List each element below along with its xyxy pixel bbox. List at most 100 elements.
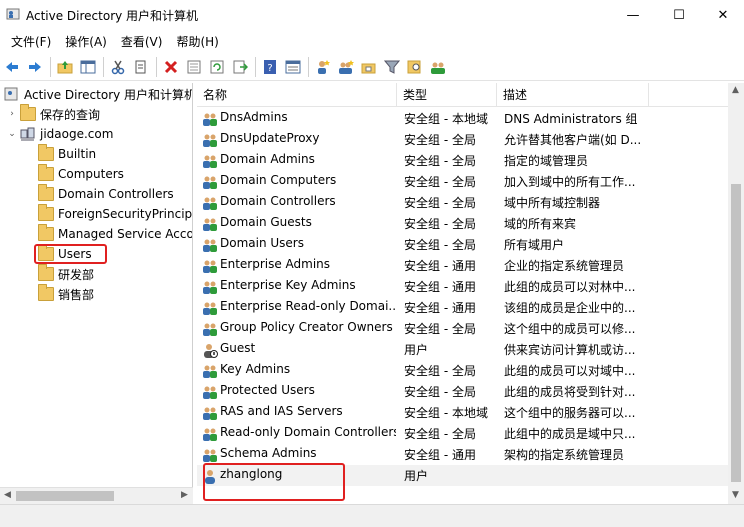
folder-icon: [38, 144, 54, 161]
refresh-icon[interactable]: [206, 56, 228, 78]
tree-item-sales-dept[interactable]: 销售部: [38, 284, 94, 304]
cell-type: 安全组 - 全局: [404, 238, 476, 252]
scroll-thumb[interactable]: [731, 184, 741, 482]
cell-type: 用户: [404, 469, 429, 483]
tree-item-saved-queries[interactable]: › 保存的查询: [6, 104, 100, 124]
cell-desc: 这个组中的成员可以修...: [504, 322, 636, 336]
tree-item-root[interactable]: Active Directory 用户和计算机: [4, 84, 192, 104]
maximize-button[interactable]: ☐: [656, 0, 702, 30]
menu-view[interactable]: 查看(V): [114, 32, 170, 52]
collapse-icon[interactable]: ⌄: [6, 129, 18, 139]
new-group-icon[interactable]: [335, 56, 357, 78]
tree-item-rd-dept[interactable]: 研发部: [38, 264, 94, 284]
group-icon: [203, 260, 217, 273]
properties-icon[interactable]: [183, 56, 205, 78]
expand-icon[interactable]: ›: [6, 109, 18, 119]
delete-icon[interactable]: [160, 56, 182, 78]
forward-arrow-icon[interactable]: [24, 56, 46, 78]
tree-label: 研发部: [58, 267, 95, 282]
toolbar-separator: [156, 56, 157, 77]
add-member-icon[interactable]: [427, 56, 449, 78]
menu-action[interactable]: 操作(A): [58, 32, 114, 52]
details-icon[interactable]: [282, 56, 304, 78]
table-row[interactable]: Domain Controllers 安全组 - 全局 域中所有域控制器: [197, 192, 728, 213]
tree-item-managed-service-accounts[interactable]: Managed Service Accounts: [38, 224, 192, 244]
up-folder-icon[interactable]: [54, 56, 76, 78]
table-row[interactable]: DnsAdmins 安全组 - 本地域 DNS Administrators 组: [197, 108, 728, 129]
folder-icon: [38, 224, 54, 241]
copy-icon[interactable]: [130, 56, 152, 78]
table-row[interactable]: Enterprise Admins 安全组 - 通用 企业的指定系统管理员: [197, 255, 728, 276]
cell-desc: 此组的成员将受到针对...: [504, 385, 636, 399]
menu-help[interactable]: 帮助(H): [169, 32, 225, 52]
table-row[interactable]: Schema Admins 安全组 - 通用 架构的指定系统管理员: [197, 444, 728, 465]
console-tree-icon[interactable]: [77, 56, 99, 78]
cell-type: 安全组 - 全局: [404, 385, 476, 399]
table-row[interactable]: Enterprise Key Admins 安全组 - 通用 此组的成员可以对林中.…: [197, 276, 728, 297]
table-row[interactable]: Domain Admins 安全组 - 全局 指定的域管理员: [197, 150, 728, 171]
scroll-right-icon[interactable]: ▶: [181, 490, 188, 500]
table-row[interactable]: DnsUpdateProxy 安全组 - 全局 允许替其他客户端(如 D...: [197, 129, 728, 150]
column-header-type[interactable]: 类型: [397, 83, 497, 107]
cell-name: Group Policy Creator Owners: [220, 320, 393, 334]
group-icon: [203, 281, 217, 294]
tree-label: 保存的查询: [40, 107, 101, 122]
table-row[interactable]: Domain Computers 安全组 - 全局 加入到域中的所有工作...: [197, 171, 728, 192]
group-icon: [203, 407, 217, 420]
back-arrow-icon[interactable]: [1, 56, 23, 78]
cell-name: Key Admins: [220, 362, 291, 376]
tree-item-foreign-security-principals[interactable]: ForeignSecurityPrincipals: [38, 204, 192, 224]
group-icon: [203, 449, 217, 462]
table-row[interactable]: RAS and IAS Servers 安全组 - 本地域 这个组中的服务器可以..…: [197, 402, 728, 423]
cell-name: Enterprise Admins: [220, 257, 331, 271]
table-row[interactable]: Read-only Domain Controllers 安全组 - 全局 此组中的…: [197, 423, 728, 444]
tree-item-domain-controllers[interactable]: Domain Controllers: [38, 184, 174, 204]
cut-icon[interactable]: [107, 56, 129, 78]
cell-desc: 企业的指定系统管理员: [504, 259, 625, 273]
list-vertical-scrollbar[interactable]: ▲ ▼: [728, 83, 744, 504]
tree-label: Computers: [58, 167, 124, 181]
column-header-desc[interactable]: 描述: [497, 83, 649, 107]
scroll-down-icon[interactable]: ▼: [732, 490, 739, 500]
cell-type: 安全组 - 本地域: [404, 112, 488, 126]
scroll-thumb[interactable]: [16, 491, 114, 501]
new-user-icon[interactable]: [312, 56, 334, 78]
new-ou-icon[interactable]: [358, 56, 380, 78]
table-row[interactable]: Protected Users 安全组 - 全局 此组的成员将受到针对...: [197, 381, 728, 402]
cell-name: Enterprise Read-only Domai...: [220, 299, 396, 313]
scroll-up-icon[interactable]: ▲: [732, 85, 739, 95]
folder-icon: [20, 104, 36, 121]
domain-icon: [20, 127, 35, 141]
find-icon[interactable]: [404, 56, 426, 78]
cell-type: 用户: [404, 343, 429, 357]
users-highlight-box: [34, 244, 107, 264]
table-row[interactable]: Enterprise Read-only Domai... 安全组 - 通用 该组的…: [197, 297, 728, 318]
tree-horizontal-scrollbar[interactable]: ◀ ▶: [0, 487, 193, 504]
tree-item-builtin[interactable]: Builtin: [38, 144, 96, 164]
table-row[interactable]: Domain Guests 安全组 - 全局 域的所有来宾: [197, 213, 728, 234]
close-button[interactable]: ✕: [700, 0, 744, 30]
filter-icon[interactable]: [381, 56, 403, 78]
tree-label: 销售部: [58, 287, 95, 302]
console-tree: Active Directory 用户和计算机 › 保存的查询 ⌄ jidaog…: [0, 83, 193, 487]
cell-type: 安全组 - 通用: [404, 259, 476, 273]
tree-item-computers[interactable]: Computers: [38, 164, 124, 184]
toolbar-separator: [255, 56, 256, 77]
table-row[interactable]: Key Admins 安全组 - 全局 此组的成员可以对域中...: [197, 360, 728, 381]
zhanglong-highlight-box: [203, 463, 345, 501]
cell-desc: 该组的成员是企业中的...: [504, 301, 636, 315]
table-row[interactable]: Group Policy Creator Owners 安全组 - 全局 这个组中的…: [197, 318, 728, 339]
table-row[interactable]: Domain Users 安全组 - 全局 所有域用户: [197, 234, 728, 255]
export-icon[interactable]: [229, 56, 251, 78]
scroll-left-icon[interactable]: ◀: [4, 490, 11, 500]
menu-file[interactable]: 文件(F): [4, 32, 58, 52]
column-header-name[interactable]: 名称: [197, 83, 397, 107]
minimize-button[interactable]: —: [610, 0, 656, 30]
cell-name: Guest: [220, 341, 256, 355]
tree-label: jidaoge.com: [40, 127, 114, 141]
help-icon[interactable]: ?: [259, 56, 281, 78]
table-row[interactable]: Guest 用户 供来宾访问计算机或访...: [197, 339, 728, 360]
group-icon: [203, 134, 217, 147]
active-directory-app-icon: [6, 8, 20, 20]
tree-item-domain[interactable]: ⌄ jidaoge.com: [6, 124, 113, 144]
